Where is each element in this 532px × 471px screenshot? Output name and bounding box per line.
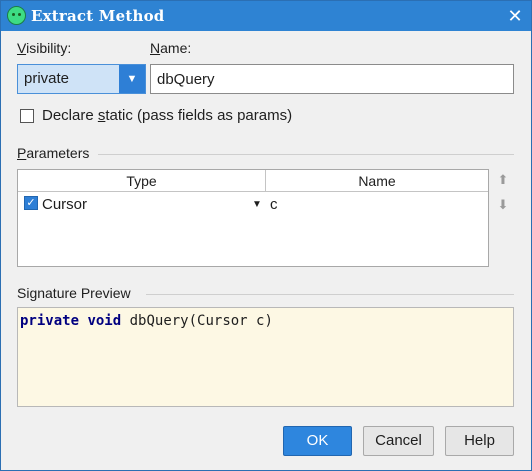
- move-down-icon[interactable]: ⬇: [495, 197, 511, 215]
- type-dropdown-icon[interactable]: ▼: [252, 195, 262, 215]
- declare-static-checkbox[interactable]: [20, 109, 34, 123]
- visibility-select[interactable]: private ▼: [17, 64, 146, 94]
- parameters-table: Type Name ✓ Cursor ▼ c: [17, 169, 489, 267]
- column-header-type[interactable]: Type: [18, 170, 266, 192]
- name-label: Name:: [150, 40, 192, 56]
- help-button[interactable]: Help: [445, 426, 514, 456]
- declare-static-label: Declare static (pass fields as params): [42, 107, 293, 124]
- signature-preview-label: Signature Preview: [17, 285, 131, 301]
- signature-divider: [146, 294, 514, 295]
- signature-code: private void dbQuery(Cursor c): [20, 313, 273, 329]
- parameters-section-label: Parameters: [17, 145, 90, 161]
- android-icon: [7, 6, 26, 25]
- extract-method-dialog: Extract Method ✕ Visibility: Name: priva…: [0, 0, 532, 471]
- parameter-name-cell[interactable]: c: [270, 195, 278, 215]
- visibility-value: private: [24, 70, 70, 87]
- move-up-icon[interactable]: ⬆: [495, 172, 511, 190]
- parameters-divider: [98, 154, 514, 155]
- column-header-name[interactable]: Name: [266, 170, 488, 192]
- parameter-include-checkbox[interactable]: ✓: [24, 196, 38, 210]
- dialog-title: Extract Method: [31, 7, 165, 25]
- visibility-label: Visibility:: [17, 40, 72, 56]
- ok-button[interactable]: OK: [283, 426, 352, 456]
- chevron-down-icon[interactable]: ▼: [119, 65, 145, 93]
- parameter-type-cell[interactable]: Cursor: [42, 195, 87, 215]
- method-name-field[interactable]: [150, 64, 514, 94]
- title-bar: Extract Method ✕: [1, 1, 531, 31]
- signature-preview: private void dbQuery(Cursor c): [17, 307, 514, 407]
- cancel-button[interactable]: Cancel: [363, 426, 434, 456]
- method-name-input[interactable]: [151, 65, 513, 93]
- close-icon[interactable]: ✕: [505, 6, 525, 26]
